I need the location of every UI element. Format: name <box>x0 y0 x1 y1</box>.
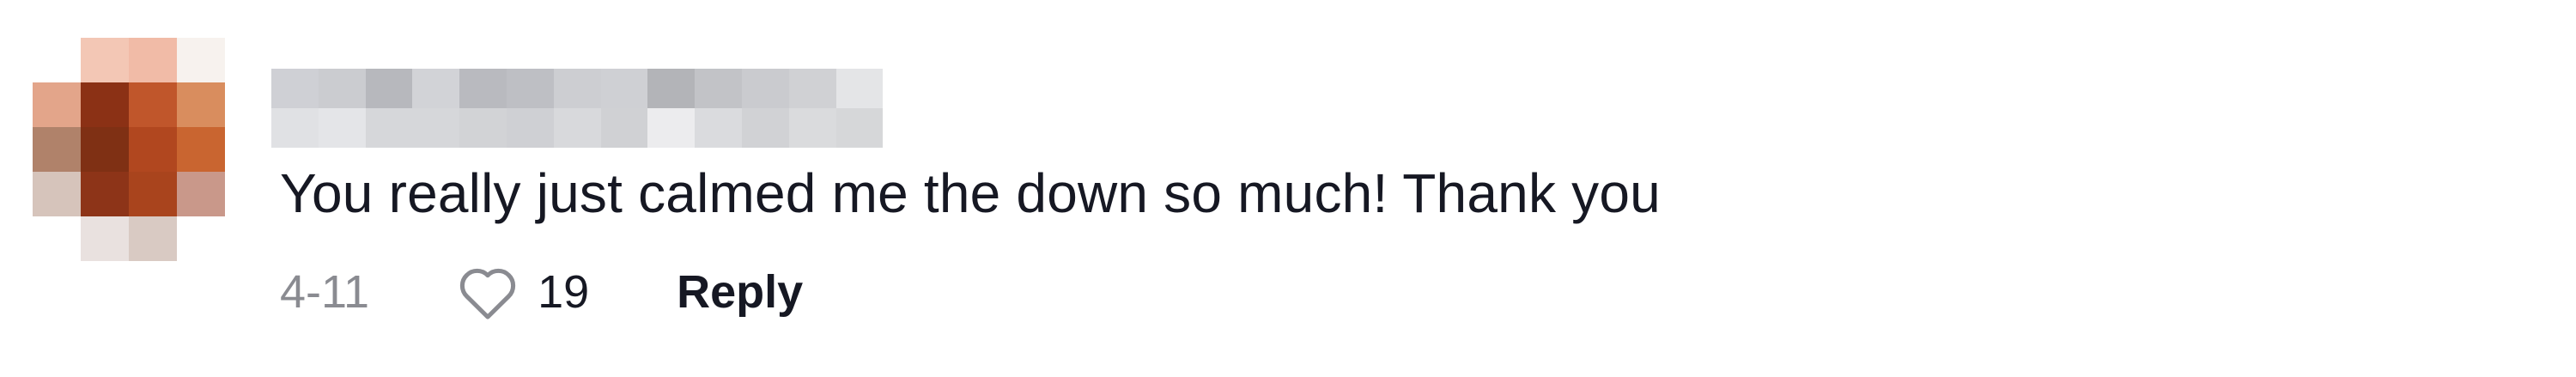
username-pixel <box>788 108 836 148</box>
username-pixel <box>600 108 648 148</box>
username-pixel <box>647 108 696 148</box>
avatar-pixel <box>33 127 81 172</box>
username-pixel <box>271 69 319 108</box>
username-pixel <box>318 69 366 108</box>
reply-button[interactable]: Reply <box>677 265 803 319</box>
like-button[interactable]: 19 <box>455 262 589 322</box>
username-pixel <box>318 108 366 148</box>
avatar-pixel <box>33 216 81 261</box>
avatar-pixel <box>177 172 225 216</box>
username-pixel <box>647 69 696 108</box>
comment-item: You really just calmed me the down so mu… <box>0 0 2576 377</box>
avatar-pixel <box>129 127 177 172</box>
avatar-pixel <box>81 172 129 216</box>
avatar-pixel <box>177 216 225 261</box>
username-pixel <box>600 69 648 108</box>
username-pixel <box>459 108 507 148</box>
avatar-pixel <box>129 82 177 127</box>
comment-text: You really just calmed me the down so mu… <box>280 162 1661 224</box>
heart-icon[interactable] <box>455 262 520 322</box>
username-pixel <box>365 69 413 108</box>
username-pixel <box>506 108 554 148</box>
username[interactable] <box>271 69 884 148</box>
avatar-pixel <box>33 82 81 127</box>
avatar-pixel <box>81 216 129 261</box>
like-count: 19 <box>538 266 590 318</box>
username-pixel <box>506 69 554 108</box>
avatar-pixel <box>177 127 225 172</box>
comment-date: 4-11 <box>280 266 370 318</box>
username-pixel <box>553 108 601 148</box>
avatar-pixel <box>33 172 81 216</box>
username-pixel <box>835 69 884 108</box>
avatar[interactable] <box>33 38 225 261</box>
username-pixel <box>271 108 319 148</box>
username-pixel <box>835 108 884 148</box>
avatar-pixel <box>33 38 81 82</box>
avatar-pixel <box>129 172 177 216</box>
username-pixel <box>553 69 601 108</box>
username-pixel <box>741 108 789 148</box>
avatar-pixel <box>81 82 129 127</box>
username-pixel <box>741 69 789 108</box>
avatar-pixel <box>81 127 129 172</box>
username-pixel <box>365 108 413 148</box>
username-pixel <box>695 69 742 108</box>
avatar-pixel <box>177 38 225 82</box>
comment-actions: 4-11 19 Reply <box>280 258 803 326</box>
avatar-pixel <box>81 38 129 82</box>
avatar-pixel <box>177 82 225 127</box>
avatar-pixel <box>129 38 177 82</box>
username-pixel <box>459 69 507 108</box>
username-pixel <box>695 108 742 148</box>
avatar-pixel <box>129 216 177 261</box>
username-pixel <box>788 69 836 108</box>
username-pixel <box>412 108 460 148</box>
username-pixel <box>412 69 460 108</box>
